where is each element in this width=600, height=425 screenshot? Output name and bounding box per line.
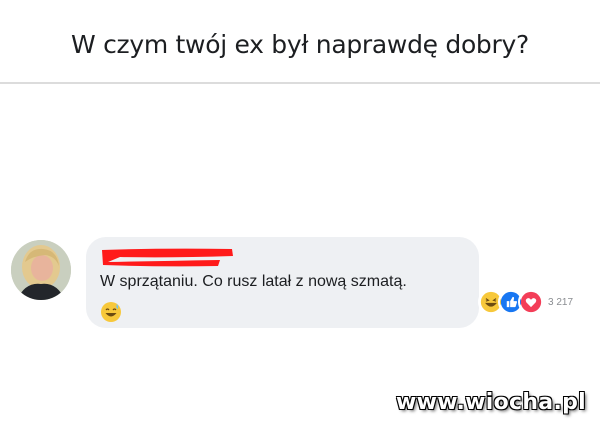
watermark: www.wiocha.pl <box>396 390 586 415</box>
redacted-author-name <box>102 248 233 267</box>
reaction-summary[interactable]: 3 217 <box>478 288 573 316</box>
comment-bubble[interactable]: W sprzątaniu. Co rusz latał z nową szmat… <box>86 237 479 328</box>
post-header: W czym twój ex był naprawdę dobry? <box>0 0 600 84</box>
post-title: W czym twój ex był naprawdę dobry? <box>71 30 529 59</box>
reaction-count: 3 217 <box>548 296 574 308</box>
avatar-icon <box>11 240 71 300</box>
love-reaction-icon <box>518 289 544 315</box>
avatar[interactable] <box>11 240 71 300</box>
comment-text: W sprzątaniu. Co rusz latał z nową szmat… <box>100 273 407 290</box>
grinning-sweat-emoji <box>101 302 121 322</box>
